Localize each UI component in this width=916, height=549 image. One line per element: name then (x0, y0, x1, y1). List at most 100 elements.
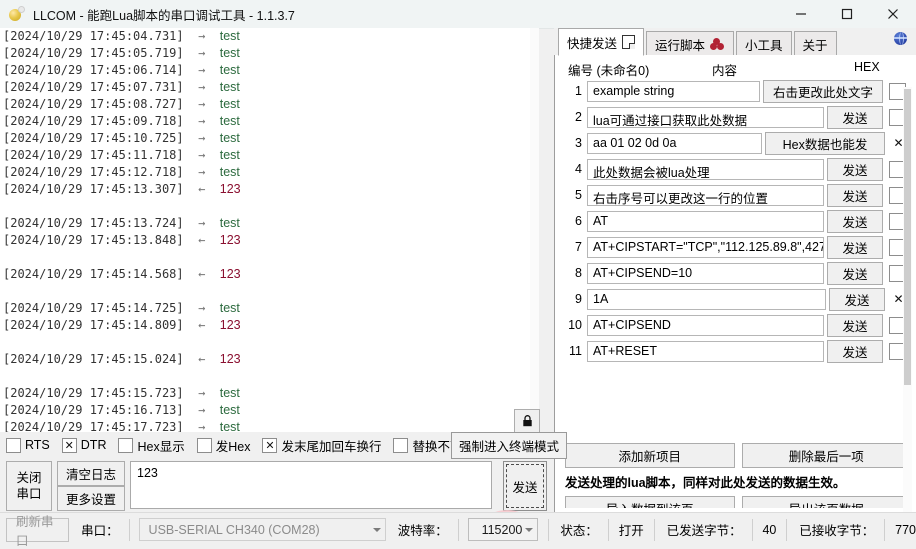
port-select[interactable]: USB-SERIAL CH340 (COM28) (138, 518, 386, 541)
minimize-button[interactable] (778, 0, 824, 28)
log-line: [2024/10/29 17:45:11.718] → test (0, 147, 538, 164)
option-2[interactable]: DTR (61, 437, 107, 453)
lock-icon[interactable] (514, 409, 540, 433)
log-line: [2024/10/29 17:45:14.568] ← 123 (0, 266, 538, 283)
row-send-button[interactable]: Hex数据也能发 (765, 131, 885, 155)
close-button[interactable] (870, 0, 916, 28)
log-message: test (219, 420, 240, 432)
row-content-input[interactable]: AT+RESET (587, 340, 824, 362)
log-line: [2024/10/29 17:45:12.718] → test (0, 164, 538, 181)
log-direction-icon: → (183, 301, 220, 315)
row-send-button[interactable]: 发送 (827, 183, 883, 207)
row-index[interactable]: 6 (560, 214, 587, 228)
panel-scrollbar[interactable] (903, 87, 912, 533)
tab-3[interactable]: 小工具 (736, 31, 792, 56)
panel-actions: 添加新项目 删除最后一项 发送处理的lua脚本，同样对此处发送的数据生效。 导入… (565, 443, 906, 508)
option-label: DTR (80, 438, 107, 452)
close-port-button[interactable]: 关闭 串口 (6, 461, 52, 511)
checkbox-icon[interactable] (393, 437, 409, 453)
row-send-button[interactable]: 发送 (827, 235, 883, 259)
row-content-input[interactable]: AT (587, 210, 824, 232)
serial-log-output[interactable]: [2024/10/29 17:45:04.731] → test [2024/10… (0, 28, 538, 432)
clear-log-button[interactable]: 清空日志 (57, 461, 125, 486)
log-timestamp: [2024/10/29 17:45:05.719] (3, 46, 184, 60)
row-index[interactable]: 10 (560, 318, 587, 332)
option-1[interactable]: RTS (6, 437, 50, 453)
row-content-input[interactable]: aa 01 02 0d 0a (587, 132, 762, 154)
send-input[interactable]: 123 (130, 461, 492, 509)
row-content-input[interactable]: AT+CIPSEND (587, 314, 824, 336)
row-index[interactable]: 5 (560, 188, 587, 202)
refresh-port-button[interactable]: 刷新串口 (6, 515, 70, 548)
title-bar: LLCOM - 能跑Lua脚本的串口调试工具 - 1.1.3.7 (0, 0, 916, 29)
log-direction-icon: → (183, 165, 220, 179)
checkbox-icon[interactable] (6, 437, 21, 453)
row-send-button[interactable]: 发送 (827, 261, 883, 285)
panel-scrollbar-thumb[interactable] (904, 89, 911, 385)
window-title: LLCOM - 能跑Lua脚本的串口调试工具 - 1.1.3.7 (33, 8, 295, 23)
baud-select[interactable]: 115200 (467, 518, 538, 541)
import-page-button[interactable]: 导入数据到该页 (565, 496, 735, 508)
row-content-input[interactable]: 此处数据会被lua处理 (587, 158, 824, 180)
checkbox-icon[interactable] (118, 437, 134, 453)
log-blank-line (0, 249, 538, 266)
checkbox-icon[interactable] (196, 437, 212, 453)
send-button-label: 发送 (506, 464, 544, 508)
globe-icon[interactable] (894, 32, 907, 45)
delete-last-button[interactable]: 删除最后一项 (741, 443, 906, 468)
row-send-button[interactable]: 发送 (827, 157, 883, 181)
log-scrollbar[interactable] (530, 28, 539, 432)
log-timestamp: [2024/10/29 17:45:14.568] (3, 267, 184, 281)
option-3[interactable]: Hex显示 (118, 436, 185, 455)
log-timestamp: [2024/10/29 17:45:17.723] (3, 420, 184, 432)
row-content-input[interactable]: AT+CIPSEND=10 (587, 262, 824, 284)
log-message: test (219, 403, 240, 417)
row-send-button[interactable]: 发送 (827, 313, 883, 337)
log-direction-icon: → (183, 148, 220, 162)
row-content-input[interactable]: AT+CIPSTART="TCP","112.125.89.8",427 (587, 236, 824, 258)
tab-4[interactable]: 关于 (793, 31, 837, 56)
row-index[interactable]: 9 (560, 292, 587, 306)
row-send-button[interactable]: 发送 (827, 339, 883, 363)
row-send-button[interactable]: 右击更改此处文字 (763, 79, 883, 103)
row-send-button[interactable]: 发送 (827, 105, 883, 129)
export-page-button[interactable]: 导出该页数据 (741, 496, 906, 508)
row-send-button[interactable]: 发送 (827, 209, 883, 233)
row-send-button[interactable]: 发送 (829, 287, 885, 311)
checkbox-icon[interactable] (262, 437, 278, 453)
row-content-input[interactable]: 1A (587, 288, 826, 310)
row-index[interactable]: 4 (560, 162, 587, 176)
option-4[interactable]: 发Hex (196, 436, 250, 455)
log-message: test (219, 165, 240, 179)
row-index[interactable]: 2 (560, 110, 587, 124)
row-index[interactable]: 7 (560, 240, 587, 254)
log-direction-icon: → (183, 216, 220, 230)
log-timestamp: [2024/10/29 17:45:11.718] (3, 148, 184, 162)
recv-bytes-label: 已接收字节： (799, 524, 875, 538)
tab-2[interactable]: 运行脚本 (646, 31, 735, 56)
row-index[interactable]: 8 (560, 266, 587, 280)
tab-1[interactable]: 快捷发送 (558, 28, 645, 56)
checkbox-icon[interactable] (61, 437, 77, 453)
divider (547, 518, 549, 541)
row-index[interactable]: 3 (560, 136, 587, 150)
maximize-button[interactable] (824, 0, 870, 28)
send-button[interactable]: 发送 (503, 461, 547, 511)
row-content-input[interactable]: 右击序号可以更改这一行的位置 (587, 184, 824, 206)
row-content-input[interactable]: lua可通过接口获取此处数据 (587, 106, 824, 128)
log-timestamp: [2024/10/29 17:45:09.718] (3, 114, 184, 128)
log-message: test (219, 46, 240, 60)
option-5[interactable]: 发末尾加回车换行 (262, 436, 381, 455)
row-index[interactable]: 11 (560, 344, 587, 358)
more-settings-button[interactable]: 更多设置 (57, 486, 125, 511)
row-index[interactable]: 1 (560, 84, 587, 98)
tab-label: 快捷发送 (567, 36, 618, 51)
add-item-button[interactable]: 添加新项目 (565, 443, 735, 468)
column-header-num: 编号 (未命名0) (568, 64, 650, 78)
column-header-content: 内容 (712, 64, 738, 78)
divider (786, 518, 788, 541)
log-direction-icon: → (183, 403, 220, 417)
tab-label: 小工具 (745, 38, 783, 53)
quick-send-row: 5 右击序号可以更改这一行的位置 发送 (560, 182, 906, 208)
row-content-input[interactable]: example string (587, 80, 760, 102)
